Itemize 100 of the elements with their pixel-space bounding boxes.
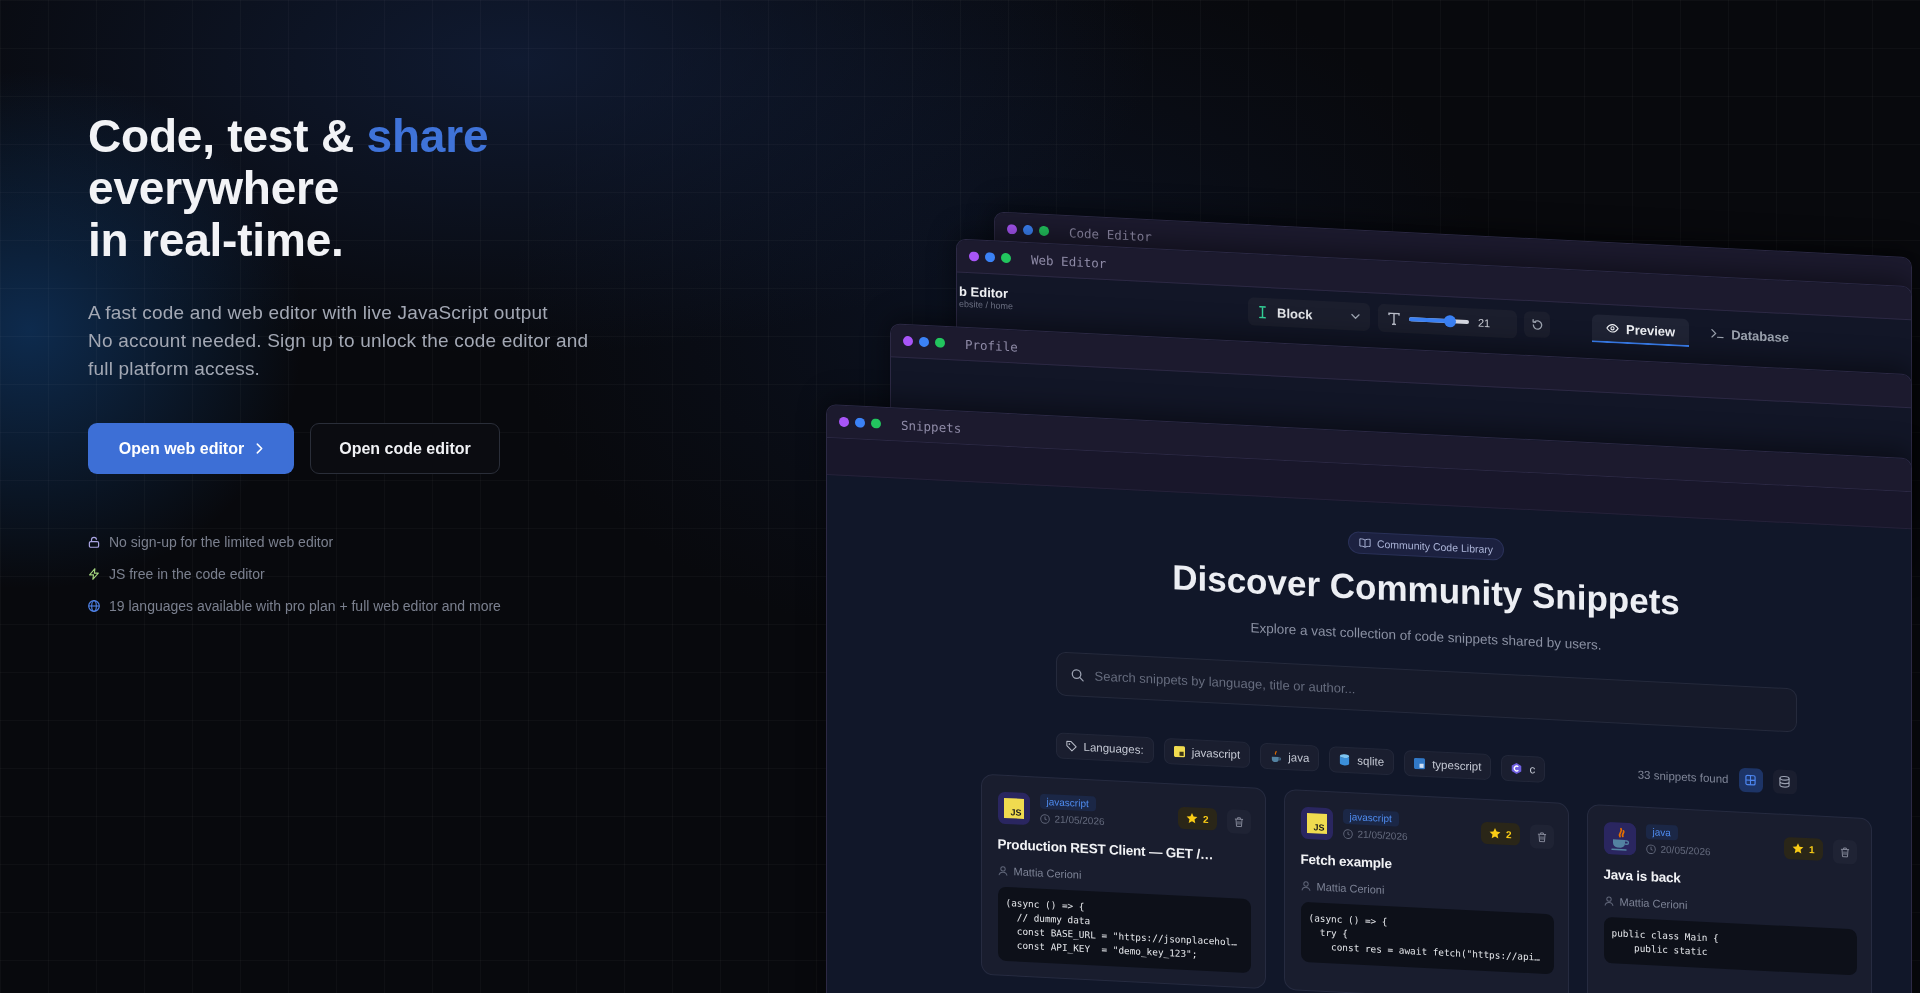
hexagon-icon bbox=[1511, 762, 1523, 775]
star-badge[interactable]: 2 bbox=[1177, 806, 1217, 831]
window-dot-icon[interactable] bbox=[839, 416, 849, 428]
snippet-title: Production REST Client — GET /… bbox=[997, 835, 1214, 864]
snippet-date: 20/05/2026 bbox=[1660, 843, 1711, 858]
rotate-icon bbox=[1530, 317, 1544, 332]
snippet-card[interactable]: JS javascript 21/05/2026 2 Production REST Client — GET /… Mattia Cerioni (async () => { // dummy data const BASE_URL = "https://jsonplacehol… const API_KEY = "demo_key_123"; bbox=[980, 773, 1266, 989]
window-dot-icon[interactable] bbox=[1039, 225, 1049, 237]
slider-thumb[interactable] bbox=[1443, 314, 1456, 328]
language-chip[interactable]: c bbox=[1501, 754, 1546, 783]
window-dot-icon[interactable] bbox=[1001, 252, 1011, 264]
snippet-date: 21/05/2026 bbox=[1357, 828, 1408, 843]
language-tag: javascript bbox=[1039, 793, 1096, 812]
person-icon bbox=[997, 865, 1008, 877]
language-logo: JS bbox=[1300, 806, 1333, 841]
editor-tab[interactable]: Preview bbox=[1592, 314, 1690, 348]
snippet-card[interactable]: java 20/05/2026 1 Java is back Mattia Cerioni public class Main { public static bbox=[1586, 804, 1872, 993]
window-dot-icon[interactable] bbox=[1023, 224, 1033, 236]
window-dot-icon[interactable] bbox=[969, 251, 979, 262]
search-field[interactable]: Search snippets by language, title or author... bbox=[1055, 651, 1797, 733]
window-title: Code Editor bbox=[1069, 224, 1152, 244]
globe-icon bbox=[88, 600, 100, 612]
block-select[interactable]: Block bbox=[1248, 297, 1370, 332]
feature-text: 19 languages available with pro plan + full web editor and more bbox=[109, 598, 501, 614]
cup-icon bbox=[1270, 750, 1282, 763]
database-icon bbox=[1339, 753, 1351, 767]
snippet-date: 21/05/2026 bbox=[1054, 813, 1105, 827]
language-chip[interactable]: sqlite bbox=[1329, 746, 1395, 776]
code-block: (async () => { // dummy data const BASE_URL = "https://jsonplacehol… const API_KEY = "demo_key_123"; bbox=[997, 886, 1251, 974]
trash-icon bbox=[1233, 815, 1244, 828]
grid-icon bbox=[1745, 773, 1756, 787]
book-icon bbox=[1358, 537, 1371, 549]
person-icon bbox=[1603, 895, 1614, 907]
language-tag: java bbox=[1645, 823, 1678, 841]
snippet-title: Fetch example bbox=[1300, 850, 1392, 873]
clock-icon bbox=[1039, 813, 1050, 824]
clock-icon bbox=[1342, 828, 1353, 839]
text-size-icon bbox=[1388, 311, 1400, 326]
view-toggle-button[interactable] bbox=[1738, 767, 1763, 793]
window-dot-icon[interactable] bbox=[903, 335, 913, 347]
outline-button[interactable]: Open code editor bbox=[310, 423, 500, 474]
eye-icon bbox=[1606, 322, 1619, 334]
delete-button[interactable] bbox=[1529, 824, 1554, 850]
tile-icon bbox=[1414, 757, 1426, 770]
code-block: public class Main { public static bbox=[1603, 916, 1857, 976]
chevron-right-icon bbox=[256, 443, 264, 454]
badge-label: Community Code Library bbox=[1376, 537, 1494, 556]
code-block: (async () => { try { const res = await fetch("https://api… bbox=[1300, 901, 1554, 975]
window-dot-icon[interactable] bbox=[919, 336, 929, 348]
star-badge[interactable]: 2 bbox=[1480, 821, 1520, 846]
person-icon bbox=[1300, 880, 1311, 892]
editor-tab[interactable]: Database bbox=[1697, 319, 1803, 353]
terminal-icon bbox=[1711, 328, 1725, 339]
window-title: Profile bbox=[965, 336, 1018, 355]
primary-button[interactable]: Open web editor bbox=[88, 423, 294, 474]
lightning-icon bbox=[88, 568, 100, 580]
star-count: 2 bbox=[1505, 828, 1512, 840]
language-tag: javascript bbox=[1342, 808, 1399, 827]
view-toggle-button[interactable] bbox=[1772, 769, 1797, 795]
window-title: Web Editor bbox=[1031, 251, 1107, 271]
author-name: Mattia Cerioni bbox=[1619, 895, 1688, 912]
snippet-title: Java is back bbox=[1603, 865, 1681, 887]
result-count: 33 snippets found bbox=[1637, 768, 1729, 786]
slider-track[interactable] bbox=[1409, 317, 1469, 325]
window-dot-icon[interactable] bbox=[1007, 224, 1017, 235]
language-logo: JS bbox=[997, 791, 1030, 826]
stack-icon bbox=[1779, 775, 1790, 789]
hero-heading: Code, test & share everywhere in real-time. bbox=[88, 110, 489, 266]
feature-text: JS free in the code editor bbox=[109, 566, 265, 582]
clock-icon bbox=[1645, 843, 1656, 854]
delete-button[interactable] bbox=[1832, 839, 1857, 865]
font-size-value: 21 bbox=[1478, 316, 1491, 330]
star-icon bbox=[1185, 812, 1198, 825]
window-dot-icon[interactable] bbox=[935, 337, 945, 348]
language-chip[interactable]: javascript bbox=[1163, 737, 1251, 769]
hero-description: No account needed. Sign up to unlock the code editor and full platform access. bbox=[88, 329, 590, 381]
lock-icon bbox=[88, 536, 100, 548]
author-name: Mattia Cerioni bbox=[1013, 865, 1082, 881]
reset-button[interactable] bbox=[1524, 310, 1550, 339]
author-name: Mattia Cerioni bbox=[1316, 880, 1385, 896]
tag-icon bbox=[1065, 739, 1077, 753]
window-dot-icon[interactable] bbox=[855, 417, 865, 428]
cup-icon bbox=[1603, 821, 1636, 856]
tile-icon bbox=[1173, 745, 1185, 758]
hero-description: A fast code and web editor with live JavaScript output bbox=[88, 301, 548, 325]
star-count: 2 bbox=[1202, 813, 1209, 825]
language-chip[interactable]: java bbox=[1260, 742, 1320, 772]
trash-icon bbox=[1536, 831, 1547, 843]
filter-label: Languages: bbox=[1083, 740, 1144, 756]
feature-text: No sign-up for the limited web editor bbox=[109, 534, 334, 550]
snippet-card[interactable]: JS javascript 21/05/2026 2 Fetch example Mattia Cerioni (async () => { try { const res = await fetch("https://api… bbox=[1283, 788, 1569, 993]
star-icon bbox=[1488, 827, 1501, 840]
language-chip[interactable]: typescript bbox=[1404, 749, 1492, 781]
window-dot-icon[interactable] bbox=[871, 418, 881, 429]
text-cursor-icon bbox=[1258, 305, 1267, 319]
window-dot-icon[interactable] bbox=[985, 251, 995, 263]
delete-button[interactable] bbox=[1226, 809, 1251, 835]
star-count: 1 bbox=[1808, 843, 1815, 855]
chevron-down-icon bbox=[1351, 313, 1360, 320]
star-badge[interactable]: 1 bbox=[1783, 836, 1823, 861]
